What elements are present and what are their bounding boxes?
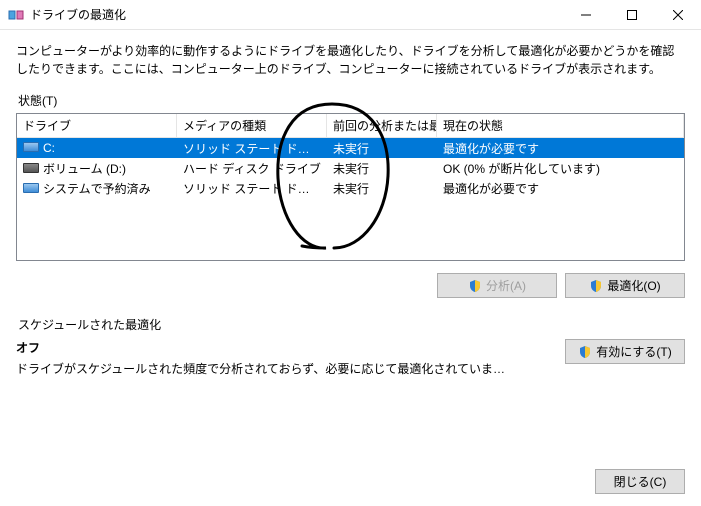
- optimize-button-label: 最適化(O): [607, 277, 660, 294]
- drive-name: C:: [43, 141, 55, 155]
- schedule-label: スケジュールされた最適化: [18, 316, 685, 333]
- shield-icon: [578, 345, 592, 359]
- minimize-button[interactable]: [563, 0, 609, 30]
- current-status: OK (0% が断片化しています): [437, 160, 684, 177]
- drive-icon: [23, 142, 39, 152]
- table-row[interactable]: C: ソリッド ステート ドライブ未実行最適化が必要です: [17, 138, 684, 158]
- maximize-button[interactable]: [609, 0, 655, 30]
- col-header-media[interactable]: メディアの種類: [177, 114, 327, 137]
- drive-list-header: ドライブ メディアの種類 前回の分析または最… 現在の状態: [17, 114, 684, 138]
- drive-icon: [23, 163, 39, 173]
- last-run: 未実行: [327, 180, 437, 197]
- drive-icon: [23, 183, 39, 193]
- titlebar: ドライブの最適化: [0, 0, 701, 30]
- close-dialog-label: 閉じる(C): [614, 473, 667, 490]
- col-header-drive[interactable]: ドライブ: [17, 114, 177, 137]
- table-row[interactable]: ボリューム (D:) ハード ディスク ドライブ未実行OK (0% が断片化してい…: [17, 158, 684, 178]
- current-status: 最適化が必要です: [437, 140, 684, 157]
- drive-list: ドライブ メディアの種類 前回の分析または最… 現在の状態 C: ソリッド ステー…: [16, 113, 685, 261]
- description-text: コンピューターがより効率的に動作するようにドライブを最適化したり、ドライブを分析…: [16, 42, 685, 78]
- schedule-desc: ドライブがスケジュールされた頻度で分析されておらず、必要に応じて最適化されていま…: [16, 360, 545, 377]
- status-label: 状態(T): [18, 92, 685, 109]
- app-icon: [8, 7, 24, 23]
- window-title: ドライブの最適化: [30, 6, 126, 23]
- analyze-button-label: 分析(A): [486, 277, 526, 294]
- shield-icon: [468, 279, 482, 293]
- last-run: 未実行: [327, 140, 437, 157]
- enable-schedule-button[interactable]: 有効にする(T): [565, 339, 685, 364]
- shield-icon: [589, 279, 603, 293]
- table-row[interactable]: システムで予約済み ソリッド ステート ドライブ未実行最適化が必要です: [17, 178, 684, 198]
- drive-name: ボリューム (D:): [43, 162, 126, 176]
- close-dialog-button[interactable]: 閉じる(C): [595, 469, 685, 494]
- close-button[interactable]: [655, 0, 701, 30]
- analyze-button[interactable]: 分析(A): [437, 273, 557, 298]
- col-header-last[interactable]: 前回の分析または最…: [327, 114, 437, 137]
- col-header-status[interactable]: 現在の状態: [437, 114, 684, 137]
- media-type: ソリッド ステート ドライブ: [177, 140, 327, 157]
- drive-name: システムで予約済み: [43, 182, 151, 196]
- media-type: ソリッド ステート ドライブ: [177, 180, 327, 197]
- optimize-button[interactable]: 最適化(O): [565, 273, 685, 298]
- media-type: ハード ディスク ドライブ: [177, 160, 327, 177]
- current-status: 最適化が必要です: [437, 180, 684, 197]
- schedule-state: オフ: [16, 339, 545, 356]
- enable-schedule-label: 有効にする(T): [596, 343, 671, 360]
- last-run: 未実行: [327, 160, 437, 177]
